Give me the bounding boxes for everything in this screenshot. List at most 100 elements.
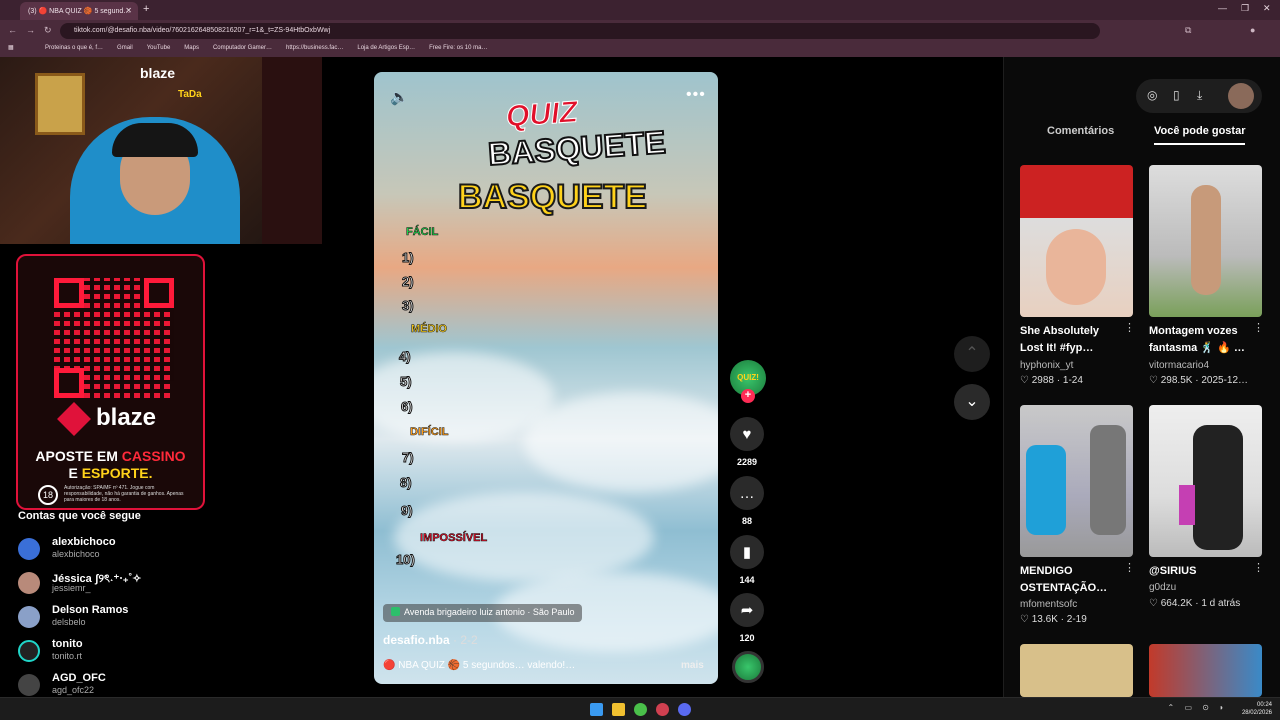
- volume-icon[interactable]: 🔈: [390, 88, 409, 106]
- panel-toolbar: ◎ ▯ ⤓: [1136, 79, 1262, 113]
- video-thumbnail[interactable]: [1149, 165, 1262, 317]
- video-thumbnail[interactable]: [1020, 644, 1133, 697]
- card-title[interactable]: @SIRIUS: [1149, 563, 1254, 580]
- question-number: 7): [402, 450, 415, 466]
- card-title[interactable]: She Absolutely Lost It! #fyp…: [1020, 323, 1125, 357]
- chrome-icon[interactable]: [634, 703, 647, 716]
- extensions-icon[interactable]: ⧉: [1185, 25, 1191, 36]
- tab-suggested[interactable]: Você pode gostar: [1154, 125, 1246, 145]
- browser-icon[interactable]: [656, 703, 669, 716]
- ad-fine-print: Autorização: SPA/MF nº 471. Jogue com re…: [64, 485, 184, 503]
- bookmark-icon: ▮: [730, 535, 764, 569]
- bookmark-item[interactable]: Loja de Artigos Esp…: [357, 45, 415, 51]
- video-thumbnail[interactable]: [1149, 644, 1262, 697]
- followed-account[interactable]: Jéssica ʃ୨ৎ˖⁺‧₊˚✧ jessiemr_: [18, 570, 218, 600]
- phone-icon[interactable]: ▯: [1173, 88, 1180, 102]
- followed-account[interactable]: alexbichoco alexbichoco: [18, 536, 218, 566]
- browser-tab[interactable]: (3) 🔴 NBA QUIZ 🏀 5 segund… ✕: [20, 2, 138, 20]
- tab-comments[interactable]: Comentários: [1047, 125, 1114, 137]
- back-icon[interactable]: ←: [8, 25, 17, 35]
- forward-icon[interactable]: →: [26, 25, 35, 35]
- video-thumbnail[interactable]: [1020, 405, 1133, 557]
- level-impossible: IMPOSSÍVEL: [420, 532, 488, 545]
- next-video-button[interactable]: ⌄: [954, 384, 990, 420]
- ad-brand: blaze: [57, 401, 156, 436]
- bookmark-item[interactable]: Free Fire: os 10 ma…: [429, 45, 487, 51]
- card-more-icon[interactable]: ⋮: [1253, 321, 1264, 334]
- card-stats: ♡ 298.5K · 2025-12…: [1149, 375, 1249, 386]
- card-title[interactable]: Montagem vozes fantasma 🕺 🔥 …: [1149, 323, 1254, 357]
- like-button[interactable]: ♥ 2289: [729, 417, 765, 467]
- address-bar[interactable]: tiktok.com/@desafio.nba/video/7602162648…: [60, 23, 1100, 39]
- followed-account[interactable]: Delson Ramos delsbelo: [18, 604, 218, 634]
- profile-avatar[interactable]: ●: [1250, 25, 1255, 35]
- card-stats: ♡ 664.2K · 1 d atrás: [1149, 598, 1241, 609]
- ad-line-1: APOSTE EM CASSINO: [35, 448, 186, 464]
- video-thumbnail[interactable]: [1020, 165, 1133, 317]
- card-title[interactable]: MENDIGO OSTENTAÇÃO…: [1020, 563, 1125, 597]
- card-more-icon[interactable]: ⋮: [1124, 321, 1135, 334]
- bookmark-item[interactable]: Proteinas o que é, f…: [45, 45, 103, 51]
- file-explorer-icon[interactable]: [612, 703, 625, 716]
- question-number: 2): [402, 274, 415, 290]
- card-user[interactable]: vitormacario4: [1149, 360, 1209, 371]
- minimize-button[interactable]: —: [1218, 3, 1227, 13]
- card-user[interactable]: hyphonix_yt: [1020, 360, 1073, 371]
- music-disc-icon[interactable]: [732, 651, 764, 683]
- previous-video-button[interactable]: ⌃: [954, 336, 990, 372]
- qr-corner: [54, 278, 84, 308]
- start-icon[interactable]: [590, 703, 603, 716]
- clock-date: 28/02/2026: [1241, 710, 1272, 716]
- reload-icon[interactable]: ↻: [44, 25, 52, 36]
- age-badge: 18: [38, 485, 58, 505]
- profile-avatar[interactable]: [1228, 83, 1254, 109]
- system-tray[interactable]: ⌃ ▭ ⊙ ◗: [1168, 703, 1228, 712]
- maximize-button[interactable]: ❐: [1241, 3, 1249, 14]
- close-tab-icon[interactable]: ✕: [125, 6, 132, 15]
- cam-sticker: TaDa: [178, 89, 202, 100]
- share-button[interactable]: ➦ 120: [729, 593, 765, 643]
- account-handle: delsbelo: [52, 617, 86, 627]
- question-number: 9): [401, 503, 414, 519]
- discord-icon[interactable]: [678, 703, 691, 716]
- level-hard: DIFÍCIL: [410, 426, 449, 439]
- like-count: 2289: [736, 457, 758, 467]
- tab-title: (3) 🔴 NBA QUIZ 🏀 5 segund…: [28, 8, 131, 15]
- card-user[interactable]: g0dzu: [1149, 582, 1176, 593]
- card-more-icon[interactable]: ⋮: [1253, 561, 1264, 574]
- video-thumbnail[interactable]: [1149, 405, 1262, 557]
- streamer-cap: [112, 123, 198, 157]
- save-button[interactable]: ▮ 144: [729, 535, 765, 585]
- bookmarks-bar: ▦ Proteinas o que é, f… Gmail YouTube Ma…: [0, 41, 1280, 57]
- windows-taskbar: ⌃ ▭ ⊙ ◗ 00:24 28/02/2026: [0, 697, 1280, 720]
- video-player[interactable]: 🔈 ••• QUIZ BASQUETE BASQUETE FÁCIL 1) 2)…: [374, 72, 718, 684]
- card-user[interactable]: mfomentsofc: [1020, 599, 1077, 610]
- close-window-button[interactable]: ✕: [1263, 3, 1271, 14]
- bookmark-item[interactable]: YouTube: [147, 45, 171, 51]
- comment-button[interactable]: … 88: [729, 476, 765, 526]
- panel-tabs: Comentários Você pode gostar: [1010, 125, 1274, 147]
- apps-icon[interactable]: ▦: [8, 44, 14, 51]
- share-icon: ➦: [730, 593, 764, 627]
- cam-brand-logo: blaze: [140, 65, 176, 81]
- more-options-icon[interactable]: •••: [686, 86, 706, 104]
- bookmark-item[interactable]: https://business.fac…: [286, 45, 343, 51]
- follow-plus-button[interactable]: +: [741, 389, 755, 403]
- bookmark-item[interactable]: Computador Gamer…: [213, 45, 272, 51]
- card-more-icon[interactable]: ⋮: [1124, 561, 1135, 574]
- sponsor-ad-card: blaze APOSTE EM CASSINO E ESPORTE. 18 Au…: [16, 254, 205, 510]
- location-pin-icon: [391, 607, 400, 616]
- download-icon[interactable]: ⤓: [1197, 88, 1202, 103]
- clock[interactable]: 00:24 28/02/2026: [1242, 701, 1272, 717]
- bookmark-item[interactable]: Maps: [184, 45, 199, 51]
- location-tag[interactable]: Avenda brigadeiro luiz antonio · São Pau…: [383, 604, 583, 622]
- new-tab-button[interactable]: +: [143, 3, 149, 15]
- more-link[interactable]: mais: [681, 660, 704, 671]
- question-number: 1): [402, 250, 415, 266]
- account-handle: jessiemr_: [52, 583, 91, 593]
- followed-account[interactable]: tonito tonito.rt: [18, 638, 218, 668]
- video-author[interactable]: desafio.nba · 2-2: [383, 633, 478, 647]
- qr-corner: [144, 278, 174, 308]
- compass-icon[interactable]: ◎: [1147, 88, 1157, 102]
- bookmark-item[interactable]: Gmail: [117, 45, 133, 51]
